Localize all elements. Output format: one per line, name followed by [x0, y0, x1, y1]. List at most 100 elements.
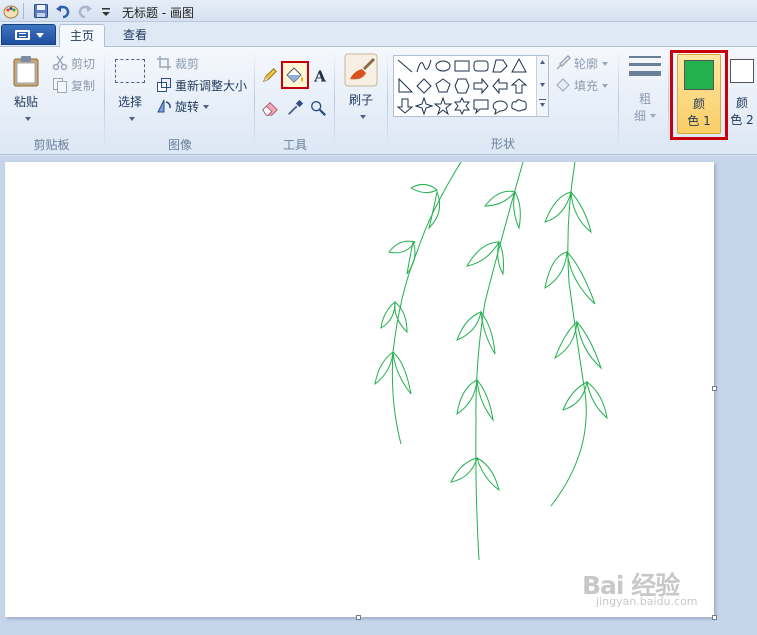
shape-fill-bucket-icon	[556, 78, 570, 92]
save-icon[interactable]	[33, 3, 49, 19]
chevron-down-icon	[650, 114, 656, 118]
brushes-label: 刷子	[348, 93, 373, 107]
selection-rectangle-icon	[115, 59, 145, 83]
copy-button[interactable]: 复制	[52, 76, 95, 96]
image-group: 选择 裁剪 重新调整大小 旋转 图像	[106, 47, 254, 155]
crop-icon	[157, 56, 171, 70]
group-divider	[668, 51, 669, 151]
select-button[interactable]: 选择	[110, 53, 150, 125]
scissors-icon	[52, 55, 68, 71]
color2-label-line2: 色 2	[730, 113, 754, 127]
title-separator	[23, 3, 24, 19]
right-triangle-shape-icon[interactable]	[396, 77, 414, 95]
brushes-button[interactable]: 刷子	[340, 53, 382, 125]
chevron-down-icon	[602, 62, 609, 66]
color-picker-icon[interactable]	[285, 98, 305, 118]
pentagon-shape-icon[interactable]	[434, 77, 452, 95]
fill-shape-button[interactable]: 填充	[555, 76, 609, 96]
color2-button[interactable]: 颜 色 2	[729, 54, 757, 134]
four-point-star-shape-icon[interactable]	[415, 97, 433, 115]
title-bar: 无标题 - 画图	[0, 0, 757, 22]
hexagon-shape-icon[interactable]	[453, 77, 471, 95]
tab-home[interactable]: 主页	[59, 24, 105, 48]
chevron-down-icon	[360, 115, 366, 119]
clipboard-group: 粘贴 剪切 复制 剪贴板	[0, 47, 103, 155]
willow-branch-right	[544, 162, 608, 507]
rectangular-callout-shape-icon[interactable]	[472, 97, 490, 115]
ribbon: 粘贴 剪切 复制 剪贴板 选择 裁剪 重新调整大小 旋转 图像 A 工具 刷子 …	[0, 47, 757, 155]
willow-branch-middle	[450, 162, 524, 561]
shapes-gallery	[393, 55, 549, 117]
oval-shape-icon[interactable]	[434, 57, 452, 75]
eraser-icon[interactable]	[260, 98, 280, 118]
outline-label: 轮廓	[574, 57, 599, 71]
resize-icon	[157, 78, 171, 92]
left-arrow-shape-icon[interactable]	[491, 77, 509, 95]
group-divider	[387, 51, 388, 151]
willow-branches-drawing	[374, 162, 608, 561]
oval-callout-shape-icon[interactable]	[491, 97, 509, 115]
size-button[interactable]: 粗 细	[624, 53, 666, 125]
willow-branch-left	[374, 162, 462, 445]
paint-app-icon[interactable]	[3, 3, 19, 19]
paint-menu-button[interactable]	[1, 24, 56, 45]
rotate-button[interactable]: 旋转	[156, 97, 210, 117]
polygon-shape-icon[interactable]	[491, 57, 509, 75]
chevron-down-icon	[203, 105, 210, 109]
magnifier-icon[interactable]	[308, 98, 328, 118]
select-label: 选择	[117, 95, 142, 109]
tools-group-label: 工具	[282, 138, 307, 152]
group-divider	[618, 51, 619, 151]
cloud-callout-shape-icon[interactable]	[510, 97, 528, 115]
menu-icon	[15, 30, 30, 40]
window-title: 无标题 - 画图	[122, 6, 194, 20]
chevron-down-icon	[129, 117, 135, 121]
paste-label: 粘贴	[13, 95, 38, 109]
cut-button[interactable]: 剪切	[52, 54, 95, 74]
six-point-star-shape-icon[interactable]	[453, 97, 471, 115]
svg-text:A: A	[313, 67, 327, 85]
outline-button[interactable]: 轮廓	[555, 54, 609, 74]
rectangle-shape-icon[interactable]	[453, 57, 471, 75]
fill-bucket-icon[interactable]	[281, 61, 309, 89]
size-label-line1: 粗	[638, 92, 651, 106]
redo-icon[interactable]	[77, 3, 93, 19]
tools-group: A 工具	[256, 47, 334, 155]
watermark-url: jingyan.baidu.com	[596, 595, 698, 608]
group-divider	[334, 51, 335, 151]
curve-shape-icon[interactable]	[415, 57, 433, 75]
up-arrow-shape-icon[interactable]	[510, 77, 528, 95]
ribbon-tab-bar: 主页 查看	[0, 22, 757, 48]
copy-icon	[53, 78, 67, 93]
diamond-shape-icon[interactable]	[415, 77, 433, 95]
copy-label: 复制	[71, 79, 96, 93]
down-arrow-shape-icon[interactable]	[396, 97, 414, 115]
canvas-resize-handle-right[interactable]	[712, 386, 717, 391]
resize-label: 重新调整大小	[175, 79, 248, 93]
chevron-down-icon	[602, 84, 609, 88]
customize-quick-access-icon[interactable]	[98, 3, 114, 19]
undo-icon[interactable]	[55, 3, 71, 19]
shapes-group-label: 形状	[490, 137, 515, 151]
paste-button[interactable]: 粘贴	[6, 53, 46, 125]
rounded-rectangle-shape-icon[interactable]	[472, 57, 490, 75]
crop-button[interactable]: 裁剪	[156, 54, 199, 74]
resize-button[interactable]: 重新调整大小	[156, 76, 247, 96]
tab-view[interactable]: 查看	[112, 24, 158, 48]
chevron-down-icon	[25, 117, 31, 121]
text-tool-icon[interactable]: A	[310, 65, 330, 85]
brush-icon	[344, 53, 378, 87]
canvas-resize-handle-bottom[interactable]	[356, 615, 361, 620]
line-shape-icon[interactable]	[396, 57, 414, 75]
line-width-icon	[629, 56, 661, 76]
five-point-star-shape-icon[interactable]	[434, 97, 452, 115]
color1-highlight-box	[670, 50, 728, 140]
shapes-gallery-scrollbar[interactable]	[536, 56, 548, 116]
right-arrow-shape-icon[interactable]	[472, 77, 490, 95]
image-group-label: 图像	[167, 138, 192, 152]
triangle-shape-icon[interactable]	[510, 57, 528, 75]
group-divider	[254, 51, 255, 151]
canvas-resize-handle-corner[interactable]	[712, 615, 717, 620]
clipboard-group-label: 剪贴板	[33, 138, 70, 152]
pencil-icon[interactable]	[260, 65, 280, 85]
